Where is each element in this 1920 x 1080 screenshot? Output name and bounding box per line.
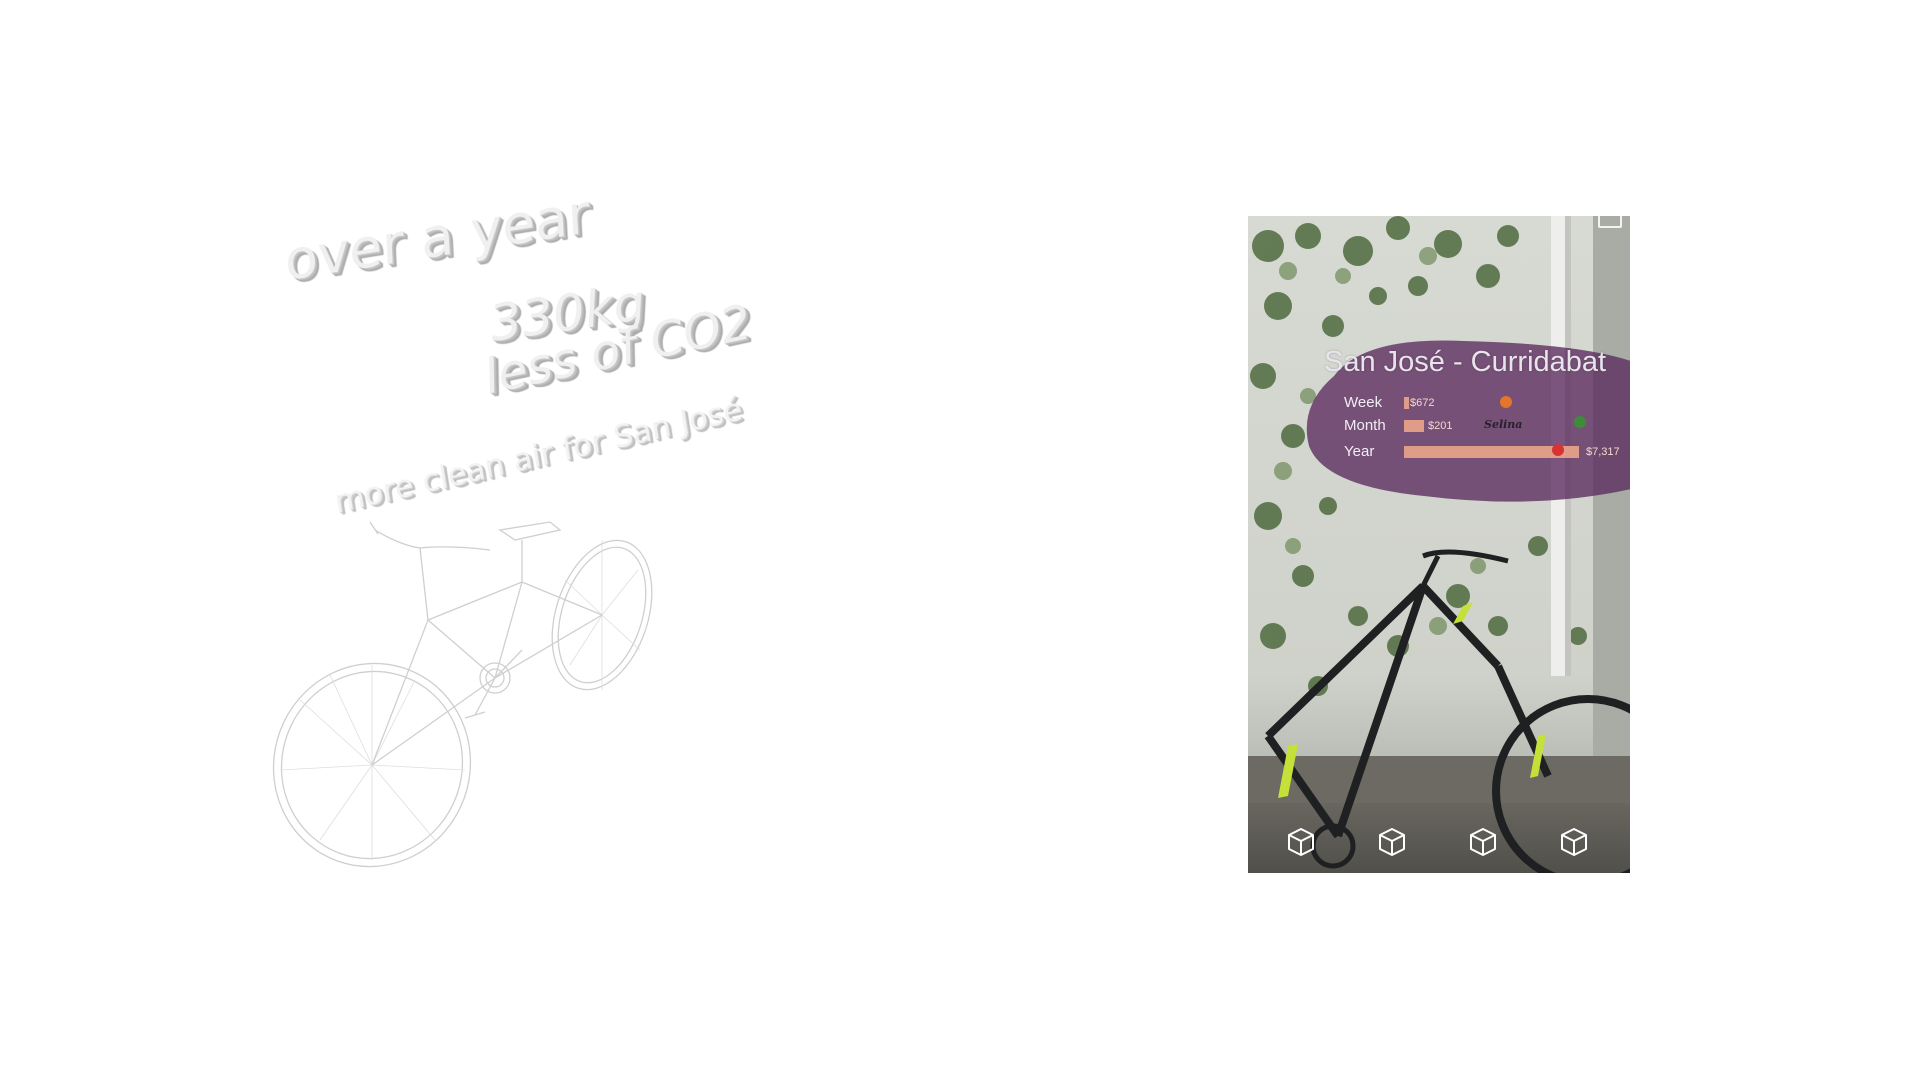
cube-button-2[interactable] xyxy=(1375,825,1409,859)
ar-row-year: Year xyxy=(1344,443,1402,460)
ar-brand-logo: Selina xyxy=(1484,418,1523,431)
cube-icon xyxy=(1561,828,1587,856)
ar-value-year: $7,317 xyxy=(1586,446,1620,458)
ar-savings-panel: San José - Curridabat Week $672 Month $2… xyxy=(1304,336,1630,506)
flag-icon xyxy=(1552,444,1564,456)
plant-icon xyxy=(1574,416,1586,428)
ar-bar-week xyxy=(1404,397,1409,409)
ar-camera-view[interactable]: San José - Curridabat Week $672 Month $2… xyxy=(1248,216,1630,873)
cube-icon xyxy=(1470,828,1496,856)
ar-toolbar xyxy=(1248,803,1630,873)
capture-indicator-icon[interactable] xyxy=(1598,216,1622,228)
ar-bar-month xyxy=(1404,420,1424,432)
ar-value-month: $201 xyxy=(1428,420,1453,432)
stage: over a year 330kg less of CO2 more clean… xyxy=(0,0,1920,1080)
ar-row-week: Week xyxy=(1344,394,1402,411)
co2-savings-scene: over a year 330kg less of CO2 more clean… xyxy=(240,182,760,880)
pizza-icon xyxy=(1500,396,1512,408)
ar-row-label: Week xyxy=(1344,394,1383,411)
cube-button-4[interactable] xyxy=(1557,825,1591,859)
ar-row-label: Year xyxy=(1344,443,1375,460)
over-a-year-text: over a year xyxy=(283,181,592,294)
bicycle-wireframe-icon xyxy=(272,521,653,868)
cube-icon xyxy=(1379,828,1405,856)
ar-row-month: Month xyxy=(1344,417,1402,434)
ar-value-week: $672 xyxy=(1410,397,1435,409)
ar-location-title: San José - Curridabat xyxy=(1324,346,1607,378)
cube-icon xyxy=(1288,828,1314,856)
cube-button-1[interactable] xyxy=(1284,825,1318,859)
cube-button-3[interactable] xyxy=(1466,825,1500,859)
camera-feed-image xyxy=(1248,216,1630,873)
ar-row-label: Month xyxy=(1344,417,1386,434)
